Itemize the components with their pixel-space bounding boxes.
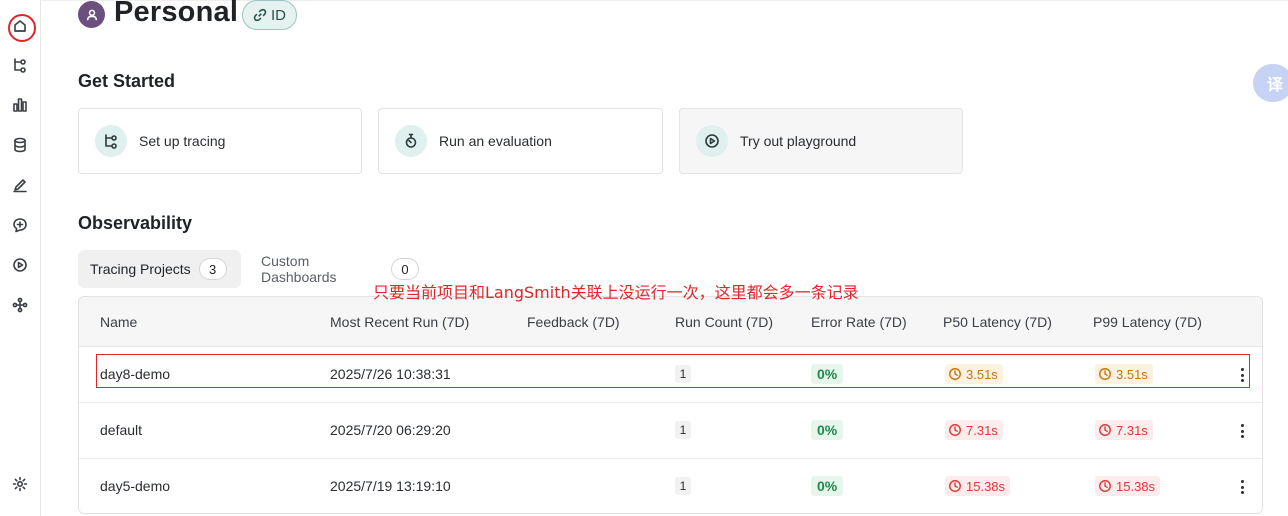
- stopwatch-icon: [395, 125, 427, 157]
- nodes-icon[interactable]: [9, 294, 31, 316]
- bar-chart-icon[interactable]: [9, 94, 31, 116]
- pencil-icon[interactable]: [9, 174, 31, 196]
- id-badge-button[interactable]: ID: [242, 0, 297, 30]
- table-row[interactable]: default 2025/7/20 06:29:20 1 0% 7.31s 7.…: [79, 403, 1262, 459]
- chat-plus-icon[interactable]: [9, 214, 31, 236]
- latency-value: 3.51s: [1116, 366, 1148, 382]
- translate-label: 译: [1267, 77, 1284, 94]
- table-row[interactable]: day8-demo 2025/7/26 10:38:31 1 0% 3.51s …: [79, 347, 1262, 403]
- error-rate-badge: 0%: [811, 476, 844, 496]
- p50-latency-badge: 15.38s: [945, 476, 1011, 496]
- clock-icon: [949, 480, 961, 492]
- row-menu-icon[interactable]: [1236, 422, 1248, 440]
- sidebar: [0, 0, 41, 516]
- link-icon: [253, 8, 267, 22]
- latency-value: 7.31s: [1116, 422, 1148, 438]
- column-header-recent-run[interactable]: Most Recent Run (7D): [330, 314, 469, 330]
- tab-count-badge: 3: [198, 258, 227, 280]
- card-run-an-evaluation[interactable]: Run an evaluation: [378, 108, 663, 174]
- tab-count-badge: 0: [391, 258, 419, 280]
- run-count-badge: 1: [675, 365, 691, 383]
- tab-tracing-projects[interactable]: Tracing Projects 3: [78, 250, 241, 288]
- table-header: Name Most Recent Run (7D) Feedback (7D) …: [79, 297, 1262, 347]
- error-rate-badge: 0%: [811, 420, 844, 440]
- clock-icon: [949, 368, 961, 380]
- recent-run: 2025/7/19 13:19:10: [330, 478, 451, 494]
- row-menu-icon[interactable]: [1236, 366, 1248, 384]
- p99-latency-badge: 3.51s: [1095, 364, 1153, 384]
- tab-label: Tracing Projects: [90, 261, 191, 277]
- clock-icon: [1099, 368, 1111, 380]
- column-header-error-rate[interactable]: Error Rate (7D): [811, 314, 907, 330]
- p50-latency-badge: 3.51s: [945, 364, 1003, 384]
- page-title: Personal: [114, 0, 239, 28]
- run-count-badge: 1: [675, 421, 691, 439]
- row-menu-icon[interactable]: [1236, 478, 1248, 496]
- get-started-title: Get Started: [78, 71, 176, 91]
- run-count-badge: 1: [675, 477, 691, 495]
- translate-button[interactable]: 译: [1253, 64, 1288, 102]
- latency-value: 15.38s: [1116, 478, 1156, 494]
- user-avatar-icon: [78, 1, 105, 28]
- tracing-icon[interactable]: [9, 54, 31, 76]
- play-circle-icon: [696, 125, 728, 157]
- recent-run: 2025/7/26 10:38:31: [330, 366, 451, 382]
- column-header-name[interactable]: Name: [100, 314, 137, 330]
- card-set-up-tracing[interactable]: Set up tracing: [78, 108, 362, 174]
- column-header-p50-latency[interactable]: P50 Latency (7D): [943, 314, 1052, 330]
- clock-icon: [1099, 424, 1111, 436]
- column-header-p99-latency[interactable]: P99 Latency (7D): [1093, 314, 1202, 330]
- tracing-icon: [95, 125, 127, 157]
- tab-label: Custom Dashboards: [261, 253, 337, 285]
- column-header-feedback[interactable]: Feedback (7D): [527, 314, 620, 330]
- clock-icon: [1099, 480, 1111, 492]
- database-icon[interactable]: [9, 134, 31, 156]
- tracing-projects-table: Name Most Recent Run (7D) Feedback (7D) …: [78, 296, 1263, 514]
- clock-icon: [949, 424, 961, 436]
- home-icon[interactable]: [8, 14, 36, 42]
- id-badge-label: ID: [271, 6, 286, 24]
- latency-value: 7.31s: [966, 422, 998, 438]
- project-name: day8-demo: [100, 366, 171, 382]
- column-header-run-count[interactable]: Run Count (7D): [675, 314, 773, 330]
- project-name: day5-demo: [100, 478, 171, 494]
- error-rate-badge: 0%: [811, 364, 844, 384]
- settings-icon[interactable]: [9, 473, 31, 495]
- annotation-text: 只要当前项目和LangSmith关联上没运行一次，这里都会多一条记录: [373, 283, 859, 302]
- p99-latency-badge: 7.31s: [1095, 420, 1153, 440]
- play-circle-icon[interactable]: [9, 254, 31, 276]
- card-label: Try out playground: [740, 133, 857, 149]
- card-try-out-playground[interactable]: Try out playground: [679, 108, 963, 174]
- latency-value: 3.51s: [966, 366, 998, 382]
- observability-title: Observability: [78, 213, 193, 233]
- card-label: Run an evaluation: [439, 133, 552, 149]
- recent-run: 2025/7/20 06:29:20: [330, 422, 451, 438]
- p99-latency-badge: 15.38s: [1095, 476, 1161, 496]
- p50-latency-badge: 7.31s: [945, 420, 1003, 440]
- card-label: Set up tracing: [139, 133, 226, 149]
- project-name: default: [100, 422, 143, 438]
- latency-value: 15.38s: [966, 478, 1006, 494]
- table-row[interactable]: day5-demo 2025/7/19 13:19:10 1 0% 15.38s…: [79, 459, 1262, 513]
